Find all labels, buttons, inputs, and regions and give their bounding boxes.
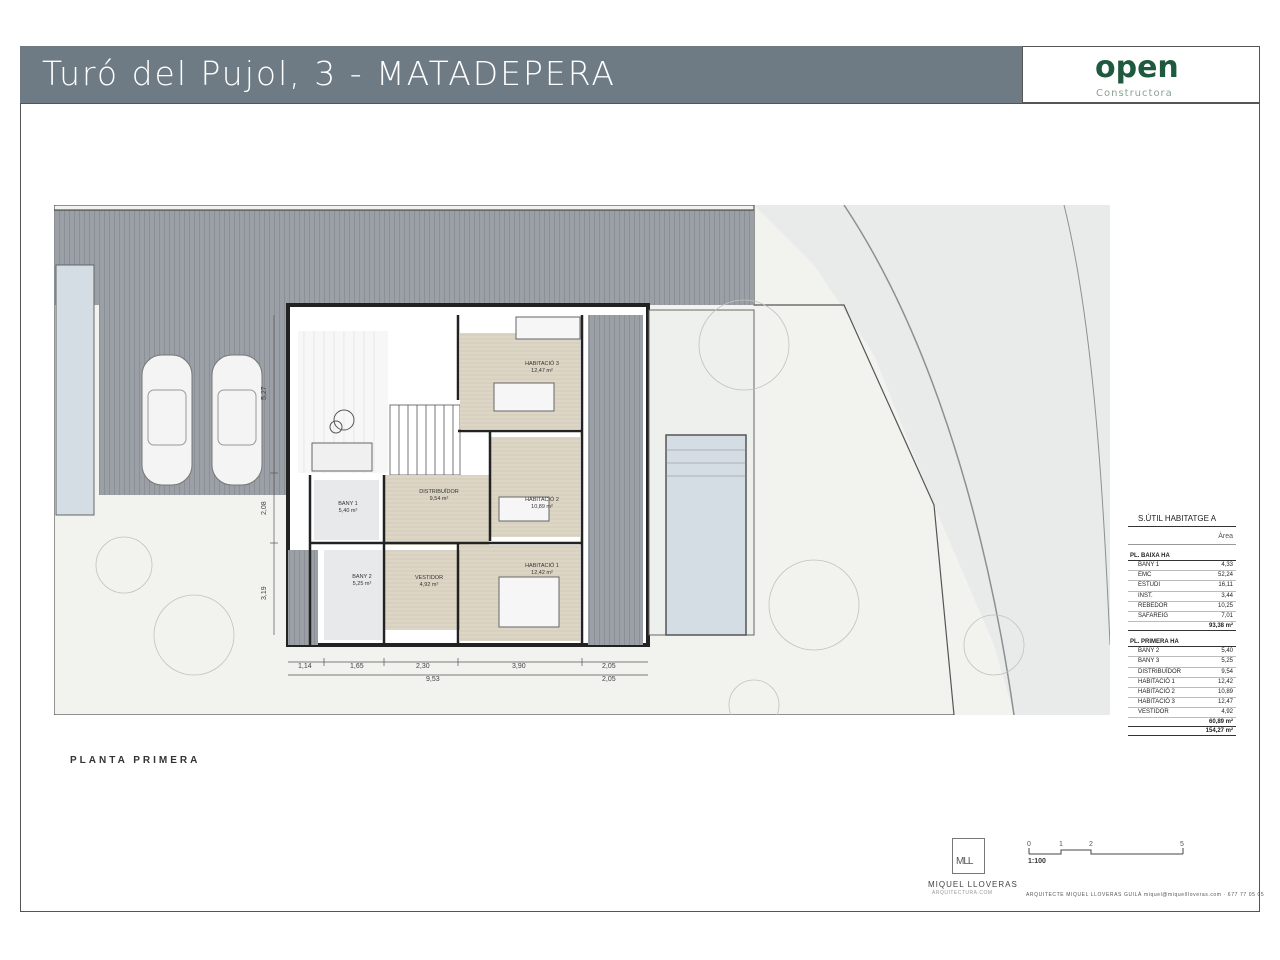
area-habitacio2: 10,89 m²	[531, 504, 553, 510]
area-row: REBEDOR 10,25	[1128, 602, 1236, 612]
area-section-name: PL. BAIXA HA	[1128, 549, 1236, 561]
scale-tick-label: 1	[1059, 841, 1063, 848]
label-bany2: BANY 2	[352, 574, 371, 580]
dim-h5: 2,05	[602, 663, 616, 670]
car-left-icon	[141, 354, 193, 486]
area-row: BANY 1 4,33	[1128, 561, 1236, 572]
dim-total2: 2,05	[602, 676, 616, 683]
area-row: BANY 3 5,25	[1128, 657, 1236, 668]
dim-total: 9,53	[426, 676, 440, 683]
area-vestidor: 4,92 m²	[420, 582, 439, 588]
vestidor-floor	[384, 550, 460, 630]
area-bany2: 5,25 m²	[353, 581, 372, 587]
dim-h4: 3,90	[512, 663, 526, 670]
area-row: INST. 3,44	[1128, 592, 1236, 602]
distribuidor-floor	[384, 475, 489, 545]
footer-credits: ARQUITECTE MIQUEL LLOVERAS GUILÀ miquel@…	[1026, 892, 1265, 898]
area-row: BANY 2 5,40	[1128, 647, 1236, 658]
area-table: S.ÚTIL HABITATGE A Àrea PL. BAIXA HA BAN…	[1128, 512, 1236, 737]
right-hatched-block	[588, 315, 643, 645]
dim-h1: 1,14	[298, 663, 312, 670]
architect-name: MIQUEL LLOVERAS	[928, 880, 1018, 889]
dim-h2: 1,65	[350, 663, 364, 670]
company-logo-subtitle: Constructora	[1096, 88, 1173, 99]
left-pool	[55, 264, 95, 516]
bed-habitacio1-icon	[498, 576, 560, 628]
area-table-title: S.ÚTIL HABITATGE A	[1128, 512, 1236, 527]
dim-h3: 2,30	[416, 663, 430, 670]
swimming-pool	[665, 434, 747, 636]
area-habitacio3: 12,47 m²	[531, 368, 553, 374]
scale-label: 1:100	[1028, 858, 1046, 865]
left-hatched-block	[288, 550, 318, 645]
architect-logo-icon: MLL	[952, 838, 985, 874]
header-divider	[20, 103, 1260, 104]
bed-habitacio3-icon	[493, 382, 555, 412]
area-row: EMC 52,24	[1128, 571, 1236, 582]
architect-web: ARQUITECTURA.COM	[932, 890, 993, 896]
sofa-icon	[311, 442, 373, 472]
area-habitacio1: 12,42 m²	[531, 570, 553, 576]
area-section-total: 60,89 m²	[1128, 718, 1236, 728]
label-bany1: BANY 1	[338, 501, 357, 507]
label-habitacio3: HABITACIÓ 3	[525, 360, 559, 367]
floor-plan: 5,27 2,08 3,19 1,14 1,65 2,30 3,90 2,05 …	[54, 205, 1110, 715]
page-title: Turó del Pujol, 3 - MATADEPERA	[42, 54, 616, 93]
area-row: HABITACIÓ 2 10,89	[1128, 688, 1236, 699]
area-row: HABITACIÓ 1 12,42	[1128, 678, 1236, 688]
dim-v1: 5,27	[261, 386, 268, 400]
label-distribuidor: DISTRIBUÏDOR	[419, 488, 458, 495]
car-right-icon	[211, 354, 263, 486]
scale-tick-label: 0	[1027, 841, 1031, 848]
scale-tick-label: 5	[1180, 841, 1184, 848]
dim-v2: 2,08	[261, 501, 268, 515]
wardrobe-habitacio3	[515, 316, 581, 340]
area-row: SAFAREIG 7,01	[1128, 612, 1236, 623]
scale-bar-line	[1029, 849, 1183, 855]
bany2-floor	[324, 550, 382, 640]
label-vestidor: VESTIDOR	[415, 575, 443, 581]
plan-title: PLANTA PRIMERA	[70, 755, 201, 766]
label-habitacio2: HABITACIÓ 2	[525, 496, 559, 503]
habitacio2-floor	[490, 437, 580, 537]
area-distribuidor: 9,54 m²	[430, 496, 449, 502]
scale-tick-label: 2	[1089, 841, 1093, 848]
label-habitacio1: HABITACIÓ 1	[525, 562, 559, 569]
company-logo: open	[1095, 50, 1179, 85]
area-section-name: PL. PRIMERA HA	[1128, 635, 1236, 648]
dim-v3: 3,19	[261, 586, 268, 600]
area-row: VESTIDOR 4,92	[1128, 708, 1236, 719]
area-table-column: Àrea	[1128, 527, 1236, 545]
habitacio3-floor	[460, 333, 580, 429]
area-grand-total: 154,27 m²	[1128, 727, 1236, 737]
area-row: ESTUDI 16,11	[1128, 581, 1236, 592]
area-bany1: 5,40 m²	[339, 508, 358, 514]
area-row: HABITACIÓ 3 12,47	[1128, 698, 1236, 709]
scale-bar: 0 1 2 5	[1027, 841, 1184, 855]
area-row: DISTRIBUÏDOR 9,54	[1128, 668, 1236, 678]
area-section-total: 93,38 m²	[1128, 622, 1236, 632]
